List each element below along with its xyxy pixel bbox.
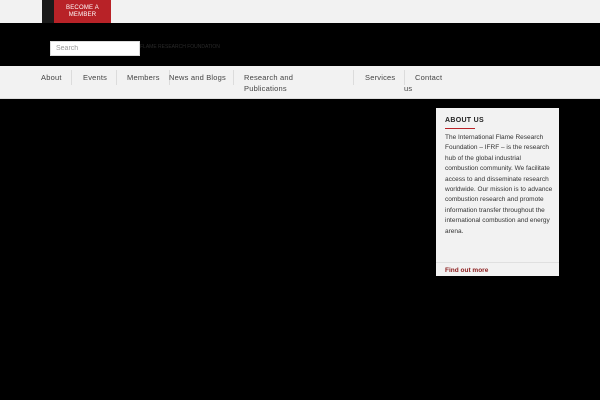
about-us-widget: ABOUT US The International Flame Researc… bbox=[436, 108, 559, 276]
search-input[interactable] bbox=[50, 41, 140, 56]
find-out-more-link[interactable]: Find out more bbox=[445, 267, 488, 274]
nav-separator bbox=[353, 70, 354, 85]
about-us-title: ABOUT US bbox=[445, 117, 484, 124]
about-us-footer: Find out more bbox=[436, 262, 559, 276]
nav-separator bbox=[233, 70, 234, 85]
nav-item-members[interactable]: Members bbox=[127, 72, 160, 83]
nav-item-research-and-publications[interactable]: Research and Publications bbox=[244, 72, 318, 94]
about-us-text: The International Flame Research Foundat… bbox=[445, 134, 553, 235]
nav-item-services[interactable]: Services bbox=[365, 72, 395, 83]
become-member-button[interactable]: BECOME A MEMBER bbox=[54, 0, 111, 23]
nav-item-events[interactable]: Events bbox=[83, 72, 107, 83]
nav-item-contact-us[interactable]: Contact us bbox=[404, 72, 444, 94]
nav-item-about[interactable]: About bbox=[41, 72, 62, 83]
nav-separator bbox=[71, 70, 72, 85]
top-bar-dark-block bbox=[42, 0, 54, 23]
title-underline bbox=[445, 128, 475, 129]
nav-item-news-and-blogs[interactable]: News and Blogs bbox=[169, 72, 227, 83]
nav-separator bbox=[116, 70, 117, 85]
main-nav: About Events Members News and Blogs Rese… bbox=[0, 66, 600, 99]
site-tagline: FLAME RESEARCH FOUNDATION bbox=[140, 44, 220, 50]
become-member-label: BECOME A MEMBER bbox=[66, 5, 99, 18]
